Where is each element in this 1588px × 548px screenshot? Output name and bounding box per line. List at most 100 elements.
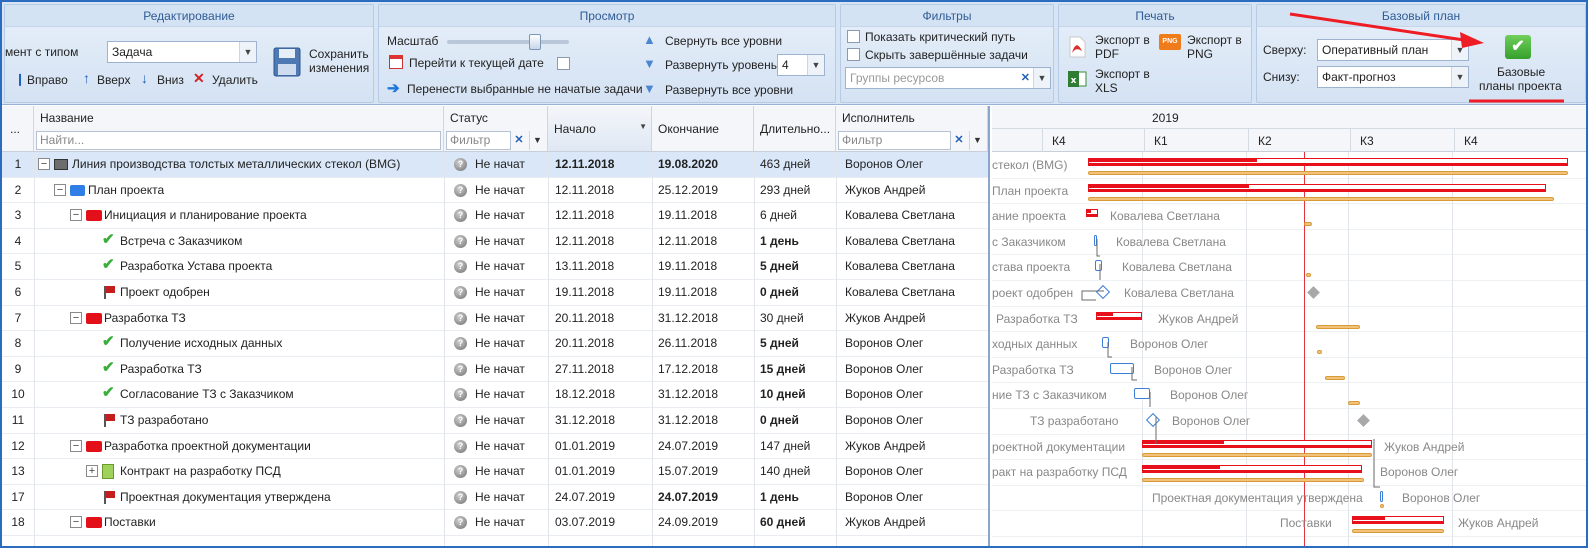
- indent-right-button[interactable]: Вправо: [27, 73, 68, 87]
- resource-groups-select[interactable]: Группы ресурсов ✕ ▼: [845, 67, 1051, 89]
- task-assignee[interactable]: Жуков Андрей: [845, 434, 985, 459]
- gantt-summary-bar[interactable]: [1088, 183, 1546, 192]
- task-assignee[interactable]: Воронов Олег: [845, 408, 985, 433]
- task-end[interactable]: 19.08.2020: [658, 152, 753, 177]
- assignee-column-header[interactable]: Исполнитель Фильтр ✕ ▼: [836, 106, 988, 152]
- collapse-toggle[interactable]: −: [70, 209, 82, 222]
- status-filter-input[interactable]: Фильтр: [446, 131, 511, 150]
- save-changes-button[interactable]: Сохранить изменения: [273, 45, 369, 85]
- task-duration[interactable]: 15 дней: [760, 357, 834, 382]
- gantt-milestone[interactable]: [1095, 284, 1111, 300]
- element-type-select[interactable]: Задача ▼: [107, 41, 257, 63]
- task-start[interactable]: 13.11.2018: [555, 254, 650, 279]
- table-row[interactable]: 11 ТЗ разработано? Не начат 31.12.2018 31.12…: [2, 408, 988, 434]
- assignee-filter-input[interactable]: Фильтр: [838, 131, 951, 150]
- task-assignee[interactable]: Ковалева Светлана: [845, 229, 985, 254]
- gantt-task-bar[interactable]: [1110, 362, 1134, 374]
- status-column-header[interactable]: Статус Фильтр ✕ ▼: [444, 106, 548, 152]
- task-assignee[interactable]: Ковалева Светлана: [845, 280, 985, 305]
- chevron-down-icon[interactable]: ▼: [969, 131, 985, 150]
- task-end[interactable]: 24.07.2019: [658, 485, 753, 510]
- task-assignee[interactable]: Жуков Андрей: [845, 510, 985, 535]
- task-name[interactable]: Разработка ТЗ: [120, 357, 442, 382]
- task-end[interactable]: 19.11.2018: [658, 280, 753, 305]
- export-png-button[interactable]: PNG Экспорт в PNG: [1159, 33, 1249, 63]
- name-column-header[interactable]: Название Найти...: [34, 106, 444, 152]
- table-row[interactable]: 1 − Линия производства толстых металлическ…: [2, 152, 988, 178]
- task-name[interactable]: Контракт на разработку ПСД: [120, 459, 442, 484]
- task-assignee[interactable]: Воронов Олег: [845, 331, 985, 356]
- task-assignee[interactable]: Воронов Олег: [845, 382, 985, 407]
- baseline-top-select[interactable]: Оперативный план ▼: [1317, 39, 1469, 61]
- task-start[interactable]: 27.11.2018: [555, 357, 650, 382]
- move-up-button[interactable]: Вверх: [97, 73, 130, 87]
- name-search-input[interactable]: Найти...: [36, 131, 441, 150]
- move-unstarted-tasks-button[interactable]: Перенести выбранные не начатые задачи: [407, 82, 643, 96]
- task-name[interactable]: Проектная документация утверждена: [120, 485, 442, 510]
- task-name[interactable]: Поставки: [104, 510, 442, 535]
- task-assignee[interactable]: Жуков Андрей: [845, 178, 985, 203]
- table-row[interactable]: 8 ✔ Получение исходных данных? Не начат 20.1…: [2, 331, 988, 357]
- clear-icon[interactable]: ✕: [511, 131, 527, 150]
- scale-slider-thumb[interactable]: [529, 34, 541, 50]
- task-start[interactable]: 12.11.2018: [555, 229, 650, 254]
- table-row[interactable]: 9 ✔ Разработка ТЗ? Не начат 27.11.2018 17.12.…: [2, 357, 988, 383]
- gantt-summary-bar[interactable]: [1086, 209, 1098, 218]
- chevron-down-icon[interactable]: ▼: [529, 131, 545, 150]
- gantt-summary-bar[interactable]: [1088, 158, 1568, 166]
- gantt-summary-bar[interactable]: [1096, 311, 1142, 320]
- task-duration[interactable]: 5 дней: [760, 331, 834, 356]
- export-pdf-button[interactable]: Экспорт в PDF: [1067, 33, 1151, 63]
- task-start[interactable]: 18.12.2018: [555, 382, 650, 407]
- start-column-header[interactable]: Начало ▼: [548, 106, 652, 152]
- task-name[interactable]: Разработка проектной документации: [104, 434, 442, 459]
- task-start[interactable]: 31.12.2018: [555, 408, 650, 433]
- expand-level-button[interactable]: Развернуть уровень: [665, 58, 777, 72]
- table-row[interactable]: 7 − Разработка ТЗ? Не начат 20.11.2018 31.12.…: [2, 306, 988, 332]
- table-row[interactable]: 18 − Поставки? Не начат 03.07.2019 24.09.2019…: [2, 510, 988, 536]
- goto-current-date-button[interactable]: Перейти к текущей дате: [409, 56, 544, 70]
- gantt-task-bar[interactable]: [1095, 260, 1102, 272]
- collapse-toggle[interactable]: −: [70, 311, 82, 324]
- task-duration[interactable]: 5 дней: [760, 254, 834, 279]
- task-start[interactable]: 03.07.2019: [555, 510, 650, 535]
- task-start[interactable]: 12.11.2018: [555, 203, 650, 228]
- task-duration[interactable]: 140 дней: [760, 459, 834, 484]
- task-duration[interactable]: 1 день: [760, 485, 834, 510]
- task-name[interactable]: Инициация и планирование проекта: [104, 203, 442, 228]
- collapse-all-button[interactable]: Свернуть все уровни: [665, 34, 782, 48]
- task-end[interactable]: 31.12.2018: [658, 306, 753, 331]
- task-duration[interactable]: 30 дней: [760, 306, 834, 331]
- task-duration[interactable]: 463 дней: [760, 152, 834, 177]
- table-row[interactable]: 13 + Контракт на разработку ПСД? Не начат 01…: [2, 459, 988, 485]
- task-end[interactable]: 15.07.2019: [658, 459, 753, 484]
- task-name[interactable]: План проекта: [88, 178, 442, 203]
- row-number-header[interactable]: ...: [2, 106, 34, 152]
- collapse-toggle[interactable]: −: [38, 158, 50, 170]
- task-name[interactable]: Проект одобрен: [120, 280, 442, 305]
- critical-path-checkbox[interactable]: [847, 30, 860, 43]
- expand-all-button[interactable]: Развернуть все уровни: [665, 83, 793, 97]
- table-row[interactable]: 10 ✔ Согласование ТЗ с Заказчиком? Не начат…: [2, 382, 988, 408]
- gantt-task-bar[interactable]: [1094, 234, 1097, 246]
- task-name[interactable]: Получение исходных данных: [120, 331, 442, 356]
- table-row[interactable]: 12 − Разработка проектной документации? Не …: [2, 434, 988, 460]
- task-assignee[interactable]: Жуков Андрей: [845, 306, 985, 331]
- export-xls-button[interactable]: x Экспорт в XLS: [1067, 67, 1157, 97]
- task-name[interactable]: Разработка ТЗ: [104, 306, 442, 331]
- task-name[interactable]: Линия производства толстых металлических…: [72, 152, 442, 177]
- task-duration[interactable]: 1 день: [760, 229, 834, 254]
- gantt-summary-bar[interactable]: [1352, 516, 1444, 525]
- task-duration[interactable]: 293 дней: [760, 178, 834, 203]
- end-column-header[interactable]: Окончание: [652, 106, 754, 152]
- task-duration[interactable]: 0 дней: [760, 280, 834, 305]
- task-end[interactable]: 12.11.2018: [658, 229, 753, 254]
- task-assignee[interactable]: Воронов Олег: [845, 459, 985, 484]
- delete-button[interactable]: Удалить: [212, 73, 258, 87]
- gantt-task-bar[interactable]: [1134, 388, 1150, 400]
- collapse-toggle[interactable]: −: [70, 439, 82, 452]
- hide-completed-checkbox[interactable]: [847, 48, 860, 61]
- task-start[interactable]: 20.11.2018: [555, 331, 650, 356]
- scale-slider[interactable]: [447, 34, 569, 50]
- task-end[interactable]: 19.11.2018: [658, 203, 753, 228]
